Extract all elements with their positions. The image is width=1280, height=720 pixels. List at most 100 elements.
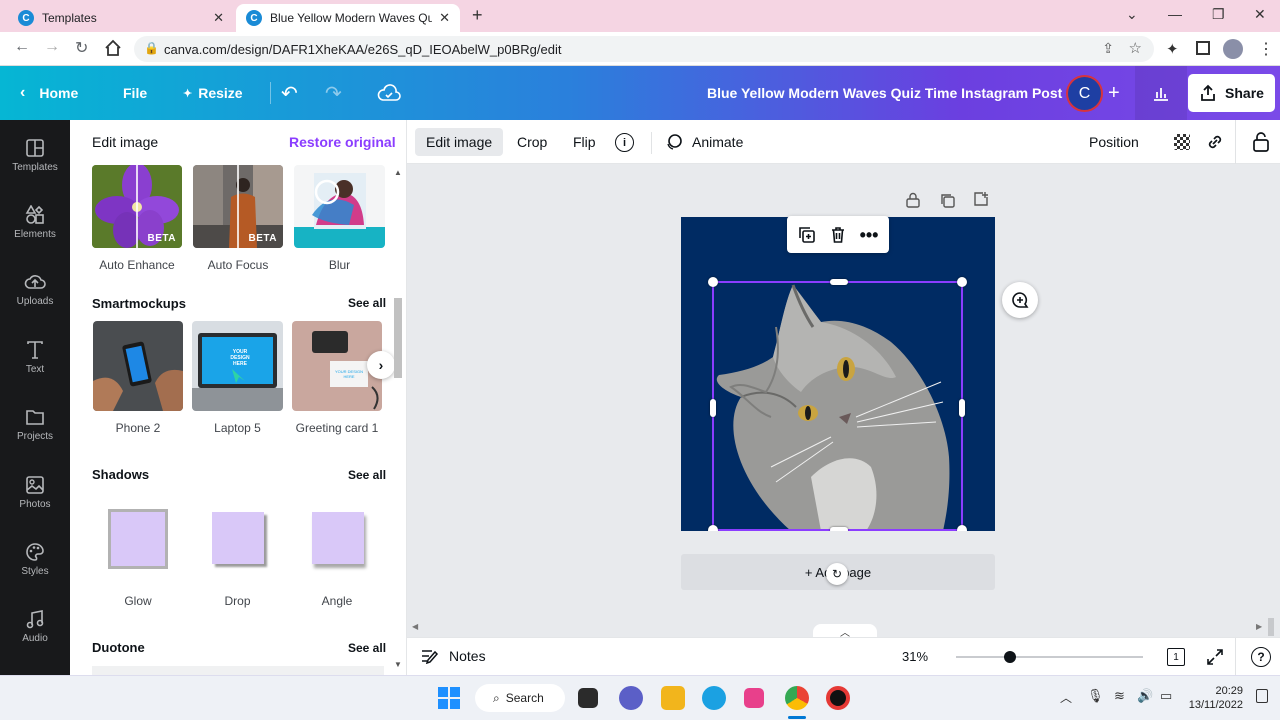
close-tab-icon[interactable]: ✕ — [213, 10, 224, 26]
page-count-button[interactable]: 1 — [1167, 648, 1185, 666]
chrome-icon[interactable] — [785, 686, 809, 710]
carousel-next-button[interactable]: › — [367, 351, 395, 379]
resize-handle-br[interactable] — [957, 525, 967, 531]
edge-browser-icon[interactable] — [702, 686, 726, 710]
more-options-icon[interactable]: ••• — [860, 226, 879, 244]
resize-handle-left[interactable] — [710, 399, 716, 417]
show-hidden-icons[interactable]: ︿ — [1060, 689, 1072, 706]
selection-box[interactable] — [708, 277, 967, 531]
animate-button[interactable]: Animate — [653, 128, 754, 156]
shadow-drop-swatch[interactable] — [212, 512, 264, 564]
wifi-icon[interactable]: ≋ — [1114, 688, 1125, 704]
share-page-icon[interactable]: ⇪ — [1102, 40, 1114, 57]
trash-icon[interactable] — [829, 226, 847, 244]
home-icon[interactable] — [104, 39, 122, 57]
notes-button[interactable]: Notes — [421, 648, 486, 664]
link-icon[interactable] — [1205, 132, 1225, 152]
microphone-icon[interactable]: 🎙 — [1087, 688, 1104, 704]
resize-handle-tl[interactable] — [708, 277, 718, 287]
close-tab-icon[interactable]: ✕ — [439, 10, 450, 26]
taskbar-search[interactable]: ⌕ Search — [475, 684, 565, 712]
transparency-icon[interactable] — [1174, 134, 1190, 150]
scroll-left-icon[interactable]: ◀ — [412, 622, 418, 631]
show-pages-toggle[interactable]: ︿ — [813, 624, 877, 639]
shadows-see-all[interactable]: See all — [348, 468, 386, 482]
browser-tab-design[interactable]: C Blue Yellow Modern Waves Quiz ✕ — [236, 4, 460, 32]
user-avatar[interactable]: C — [1066, 75, 1103, 112]
resize-handle-right[interactable] — [959, 399, 965, 417]
auto-focus-thumb[interactable]: BETA — [193, 165, 283, 248]
minimize-icon[interactable]: — — [1168, 6, 1182, 22]
snipping-tool-icon[interactable] — [744, 688, 764, 708]
restore-original-link[interactable]: Restore original — [289, 134, 396, 150]
shadow-angle-swatch[interactable] — [312, 512, 364, 564]
design-title[interactable]: Blue Yellow Modern Waves Quiz Time Insta… — [707, 66, 1062, 120]
file-menu-button[interactable]: File — [123, 66, 147, 120]
position-button[interactable]: Position — [1078, 128, 1150, 156]
vertical-scrollbar-thumb[interactable] — [1268, 618, 1274, 636]
zoom-slider-track[interactable] — [956, 656, 1143, 658]
edit-image-button[interactable]: Edit image — [415, 128, 504, 156]
profile-avatar[interactable] — [1223, 39, 1243, 59]
teams-chat-icon[interactable] — [619, 686, 643, 710]
duotone-see-all[interactable]: See all — [348, 641, 386, 655]
notification-icon[interactable] — [1256, 689, 1268, 703]
sidebar-item-projects[interactable]: Projects — [0, 407, 70, 442]
shadow-glow-swatch[interactable] — [108, 509, 168, 569]
reload-icon[interactable]: ↻ — [75, 38, 88, 58]
design-page[interactable] — [681, 217, 995, 531]
duplicate-page-icon[interactable] — [940, 193, 956, 209]
blur-thumb[interactable] — [294, 165, 385, 248]
sidebar-toggle-icon[interactable] — [1196, 41, 1210, 55]
smartmockups-see-all[interactable]: See all — [348, 296, 386, 310]
scroll-down-icon[interactable]: ▼ — [394, 660, 402, 669]
scroll-up-icon[interactable]: ▲ — [394, 168, 402, 177]
help-icon[interactable]: ? — [1251, 647, 1271, 667]
auto-enhance-thumb[interactable]: BETA — [92, 165, 182, 248]
forward-icon[interactable]: → — [44, 38, 60, 56]
resize-handle-bl[interactable] — [708, 525, 718, 531]
windows-start-icon[interactable] — [438, 687, 460, 709]
task-view-icon[interactable] — [578, 688, 598, 708]
share-button[interactable]: Share — [1188, 74, 1275, 112]
insights-button[interactable] — [1135, 66, 1187, 120]
back-icon[interactable]: ← — [14, 38, 30, 56]
resize-button[interactable]: ✦ Resize — [183, 66, 243, 120]
resize-handle-top[interactable] — [830, 279, 848, 285]
sidebar-item-uploads[interactable]: Uploads — [0, 272, 70, 307]
resize-handle-bottom[interactable] — [830, 527, 848, 531]
url-input[interactable]: 🔒 canva.com/design/DAFR1XheKAA/e26S_qD_I… — [134, 36, 1154, 62]
sidebar-item-elements[interactable]: Elements — [0, 205, 70, 240]
sidebar-item-audio[interactable]: Audio — [0, 609, 70, 644]
copy-element-icon[interactable] — [798, 226, 816, 244]
sidebar-item-photos[interactable]: Photos — [0, 475, 70, 510]
mockup-phone-thumb[interactable] — [93, 321, 183, 411]
info-icon[interactable]: i — [615, 133, 634, 152]
add-collaborator-icon[interactable]: + — [1108, 66, 1120, 120]
restore-window-icon[interactable]: ❐ — [1212, 6, 1225, 23]
panel-scrollbar-thumb[interactable] — [394, 298, 402, 378]
add-comment-button[interactable] — [1002, 282, 1038, 318]
cloud-saved-icon[interactable] — [377, 84, 401, 102]
fullscreen-icon[interactable] — [1206, 648, 1224, 666]
home-button[interactable]: ‹ Home — [20, 66, 78, 120]
new-tab-icon[interactable]: + — [472, 5, 483, 26]
file-explorer-icon[interactable] — [661, 686, 685, 710]
volume-icon[interactable]: 🔊 — [1137, 688, 1153, 704]
screen-recorder-icon[interactable] — [826, 686, 850, 710]
close-window-icon[interactable]: ✕ — [1254, 6, 1266, 23]
system-clock[interactable]: 20:29 13/11/2022 — [1187, 684, 1243, 712]
add-page-icon[interactable] — [973, 191, 989, 207]
rotate-handle-icon[interactable]: ↻ — [826, 563, 848, 585]
mockup-laptop-thumb[interactable]: YOUR DESIGN HERE — [192, 321, 283, 411]
bookmark-star-icon[interactable]: ☆ — [1129, 39, 1142, 57]
lock-element-icon[interactable] — [1252, 131, 1270, 153]
resize-handle-tr[interactable] — [957, 277, 967, 287]
sidebar-item-styles[interactable]: Styles — [0, 542, 70, 577]
browser-tab-templates[interactable]: C Templates ✕ — [8, 4, 234, 32]
scroll-right-icon[interactable]: ▶ — [1256, 622, 1262, 631]
lock-page-icon[interactable] — [906, 192, 920, 208]
tab-search-icon[interactable]: ⌄ — [1126, 6, 1138, 23]
redo-icon[interactable]: ↷ — [325, 66, 342, 120]
undo-icon[interactable]: ↶ — [281, 66, 298, 120]
